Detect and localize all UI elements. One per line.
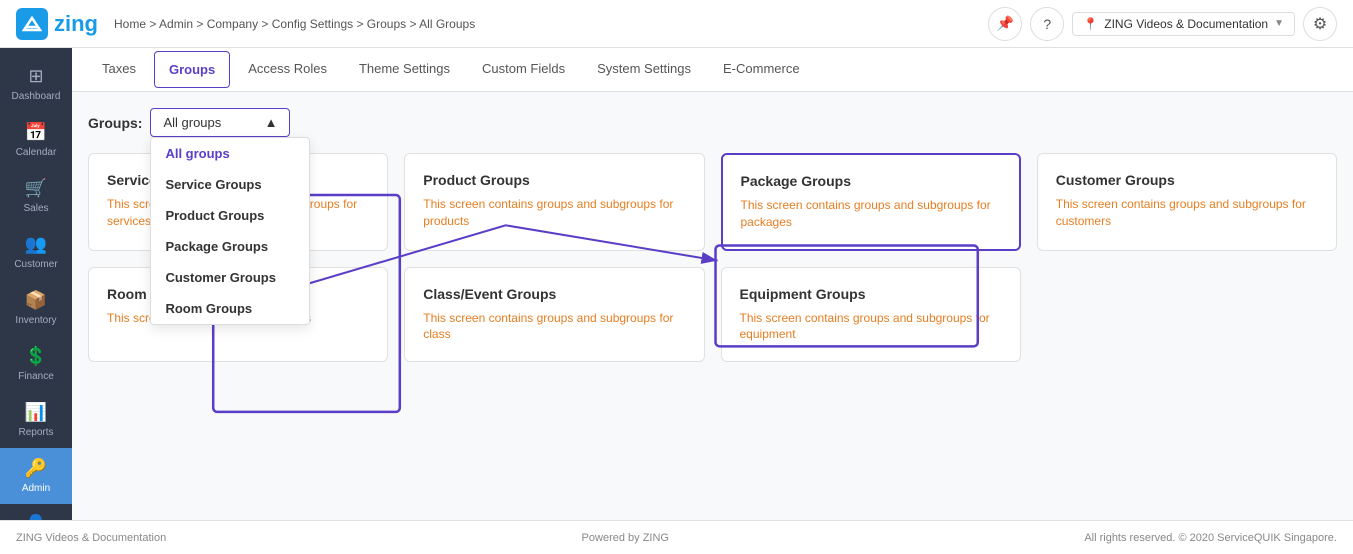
dropdown-item-all-groups[interactable]: All groups [151, 138, 309, 169]
location-button[interactable]: 📍 ZING Videos & Documentation ▼ [1072, 12, 1295, 36]
sidebar-item-dashboard[interactable]: ⊞ Dashboard [0, 56, 72, 112]
dropdown-item-package-groups[interactable]: Package Groups [151, 231, 309, 262]
footer-left: ZING Videos & Documentation [16, 532, 166, 544]
location-label: ZING Videos & Documentation [1104, 17, 1268, 31]
location-pin-icon: 📍 [1083, 17, 1098, 31]
card-product-groups-title: Product Groups [423, 172, 685, 188]
dropdown-item-product-groups[interactable]: Product Groups [151, 200, 309, 231]
inventory-icon: 📦 [25, 290, 47, 311]
sidebar-item-inventory-label: Inventory [15, 315, 56, 326]
topbar-actions: 📌 ? 📍 ZING Videos & Documentation ▼ ⚙ [988, 7, 1337, 41]
sidebar-item-sales[interactable]: 🛒 Sales [0, 168, 72, 224]
groups-label: Groups: [88, 115, 142, 131]
sidebar-item-dashboard-label: Dashboard [12, 91, 61, 102]
card-product-groups-desc: This screen contains groups and subgroup… [423, 196, 685, 230]
sales-icon: 🛒 [25, 178, 47, 199]
groups-dropdown-wrapper: All groups ▲ All groups Service Groups P… [150, 108, 290, 137]
tabs-bar: Taxes Groups Access Roles Theme Settings… [72, 48, 1353, 92]
logo-text: zing [54, 11, 98, 37]
admin-key-icon: 🔑 [25, 458, 47, 479]
sidebar-item-inventory[interactable]: 📦 Inventory [0, 280, 72, 336]
sidebar-item-admin-label: Admin [22, 483, 50, 494]
sidebar-item-customer[interactable]: 👥 Customer [0, 224, 72, 280]
sidebar-item-reports-label: Reports [18, 427, 53, 438]
content-area: Taxes Groups Access Roles Theme Settings… [72, 48, 1353, 520]
dropdown-item-room-groups[interactable]: Room Groups [151, 293, 309, 324]
logo-icon [16, 8, 48, 40]
sidebar-item-sales-label: Sales [23, 203, 48, 214]
sidebar-item-admin-user[interactable]: 👤 Admin [0, 504, 72, 520]
main-layout: ⊞ Dashboard 📅 Calendar 🛒 Sales 👥 Custome… [0, 48, 1353, 520]
tab-theme-settings[interactable]: Theme Settings [345, 51, 464, 88]
dropdown-item-service-groups[interactable]: Service Groups [151, 169, 309, 200]
footer: ZING Videos & Documentation Powered by Z… [0, 520, 1353, 554]
card-equipment-groups[interactable]: Equipment Groups This screen contains gr… [721, 267, 1021, 363]
chevron-up-icon: ▲ [265, 115, 278, 130]
card-equipment-groups-desc: This screen contains groups and subgroup… [740, 310, 1002, 344]
reports-icon: 📊 [25, 402, 47, 423]
tab-system-settings[interactable]: System Settings [583, 51, 705, 88]
groups-dropdown-button[interactable]: All groups ▲ [150, 108, 290, 137]
card-customer-groups-title: Customer Groups [1056, 172, 1318, 188]
tab-ecommerce[interactable]: E-Commerce [709, 51, 814, 88]
customer-icon: 👥 [25, 234, 47, 255]
breadcrumb: Home > Admin > Company > Config Settings… [114, 17, 988, 31]
tab-groups[interactable]: Groups [154, 51, 230, 88]
card-package-groups-title: Package Groups [741, 173, 1001, 189]
sidebar: ⊞ Dashboard 📅 Calendar 🛒 Sales 👥 Custome… [0, 48, 72, 520]
groups-dropdown-selected: All groups [163, 115, 221, 130]
card-class-event-groups-title: Class/Event Groups [423, 286, 685, 302]
card-package-groups[interactable]: Package Groups This screen contains grou… [721, 153, 1021, 251]
topbar: zing Home > Admin > Company > Config Set… [0, 0, 1353, 48]
sidebar-item-reports[interactable]: 📊 Reports [0, 392, 72, 448]
sidebar-item-customer-label: Customer [14, 259, 57, 270]
card-class-event-groups[interactable]: Class/Event Groups This screen contains … [404, 267, 704, 363]
footer-right: All rights reserved. © 2020 ServiceQUIK … [1084, 532, 1337, 544]
page-content: Groups: All groups ▲ All groups Service … [72, 92, 1353, 520]
logo: zing [16, 8, 98, 40]
sidebar-item-finance-label: Finance [18, 371, 54, 382]
tab-custom-fields[interactable]: Custom Fields [468, 51, 579, 88]
groups-header: Groups: All groups ▲ All groups Service … [88, 108, 1337, 137]
sidebar-item-admin[interactable]: 🔑 Admin [0, 448, 72, 504]
dropdown-item-customer-groups[interactable]: Customer Groups [151, 262, 309, 293]
card-customer-groups-desc: This screen contains groups and subgroup… [1056, 196, 1318, 230]
sidebar-item-finance[interactable]: 💲 Finance [0, 336, 72, 392]
tab-access-roles[interactable]: Access Roles [234, 51, 341, 88]
card-package-groups-desc: This screen contains groups and subgroup… [741, 197, 1001, 231]
groups-dropdown-menu: All groups Service Groups Product Groups… [150, 137, 310, 325]
chevron-down-icon: ▼ [1274, 18, 1284, 29]
footer-center: Powered by ZING [582, 532, 669, 544]
pin-button[interactable]: 📌 [988, 7, 1022, 41]
card-class-event-groups-desc: This screen contains groups and subgroup… [423, 310, 685, 344]
card-customer-groups[interactable]: Customer Groups This screen contains gro… [1037, 153, 1337, 251]
calendar-icon: 📅 [25, 122, 47, 143]
sidebar-item-calendar[interactable]: 📅 Calendar [0, 112, 72, 168]
help-button[interactable]: ? [1030, 7, 1064, 41]
card-equipment-groups-title: Equipment Groups [740, 286, 1002, 302]
card-product-groups[interactable]: Product Groups This screen contains grou… [404, 153, 704, 251]
dashboard-icon: ⊞ [28, 66, 43, 87]
finance-icon: 💲 [25, 346, 47, 367]
sidebar-item-calendar-label: Calendar [16, 147, 57, 158]
settings-button[interactable]: ⚙ [1303, 7, 1337, 41]
tab-taxes[interactable]: Taxes [88, 51, 150, 88]
